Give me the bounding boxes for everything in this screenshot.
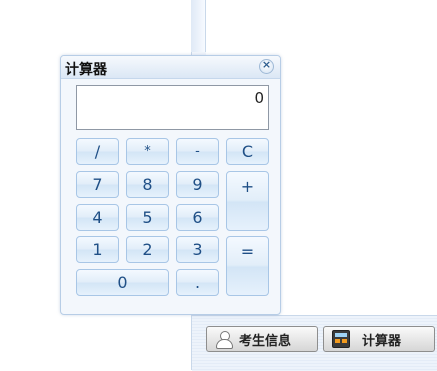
calculator-icon (332, 330, 350, 348)
key-8[interactable]: 8 (126, 171, 169, 198)
person-icon (215, 330, 233, 349)
calculator-display: 0 (76, 85, 269, 130)
key-7[interactable]: 7 (76, 171, 119, 198)
calculator-toolbar-button[interactable]: 计算器 (323, 326, 435, 352)
window-rail (191, 0, 206, 52)
calculator-dialog: 计算器 × 0 / * - C 7 8 9 + 4 5 6 1 2 3 = 0 … (60, 55, 281, 315)
key-2[interactable]: 2 (126, 236, 169, 263)
key-equals[interactable]: = (226, 236, 269, 296)
key-6[interactable]: 6 (176, 204, 219, 231)
close-icon[interactable]: × (259, 58, 274, 74)
key-multiply[interactable]: * (126, 138, 169, 165)
key-4[interactable]: 4 (76, 204, 119, 231)
dialog-title: 计算器 (65, 62, 107, 78)
key-clear[interactable]: C (226, 138, 269, 165)
dialog-titlebar[interactable]: 计算器 × (61, 56, 280, 79)
student-info-button[interactable]: 考生信息 (206, 326, 318, 352)
key-0[interactable]: 0 (76, 269, 169, 296)
key-decimal[interactable]: . (176, 269, 219, 296)
key-subtract[interactable]: - (176, 138, 219, 165)
key-3[interactable]: 3 (176, 236, 219, 263)
key-9[interactable]: 9 (176, 171, 219, 198)
key-1[interactable]: 1 (76, 236, 119, 263)
key-5[interactable]: 5 (126, 204, 169, 231)
key-divide[interactable]: / (76, 138, 119, 165)
calculator-toolbar-label: 计算器 (362, 333, 402, 349)
student-info-label: 考生信息 (239, 333, 292, 349)
key-add[interactable]: + (226, 171, 269, 231)
